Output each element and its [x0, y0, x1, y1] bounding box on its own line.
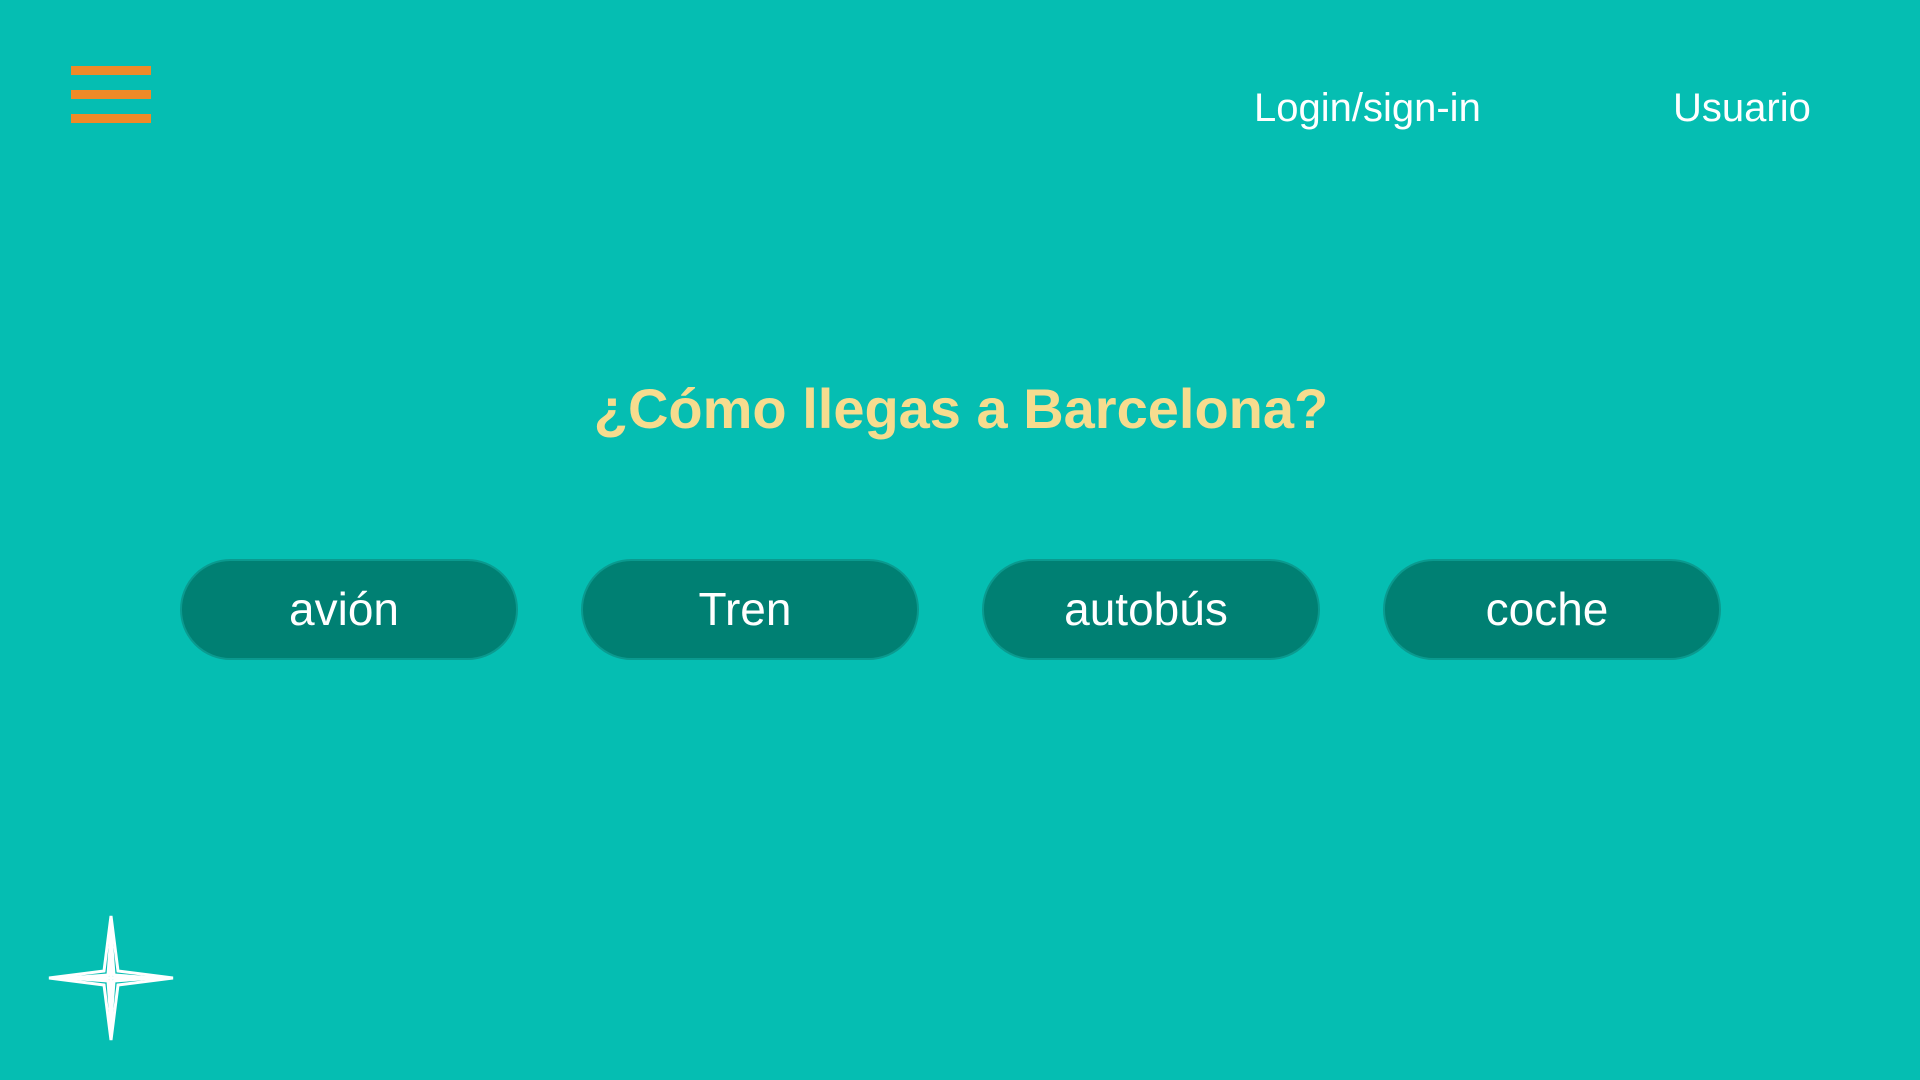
option-button-tren[interactable]: Tren: [581, 559, 919, 660]
menu-bar-bottom: [71, 114, 151, 123]
hamburger-menu-icon[interactable]: [71, 66, 151, 126]
question-title: ¿Cómo llegas a Barcelona?: [593, 377, 1329, 440]
login-signin-link[interactable]: Login/sign-in: [1254, 84, 1481, 132]
option-button-coche[interactable]: coche: [1383, 559, 1721, 660]
menu-bar-middle: [71, 90, 151, 99]
option-button-autobus[interactable]: autobús: [982, 559, 1320, 660]
user-link[interactable]: Usuario: [1673, 84, 1811, 132]
compass-star-icon: [47, 914, 175, 1042]
option-button-avion[interactable]: avión: [180, 559, 518, 660]
menu-bar-top: [71, 66, 151, 75]
